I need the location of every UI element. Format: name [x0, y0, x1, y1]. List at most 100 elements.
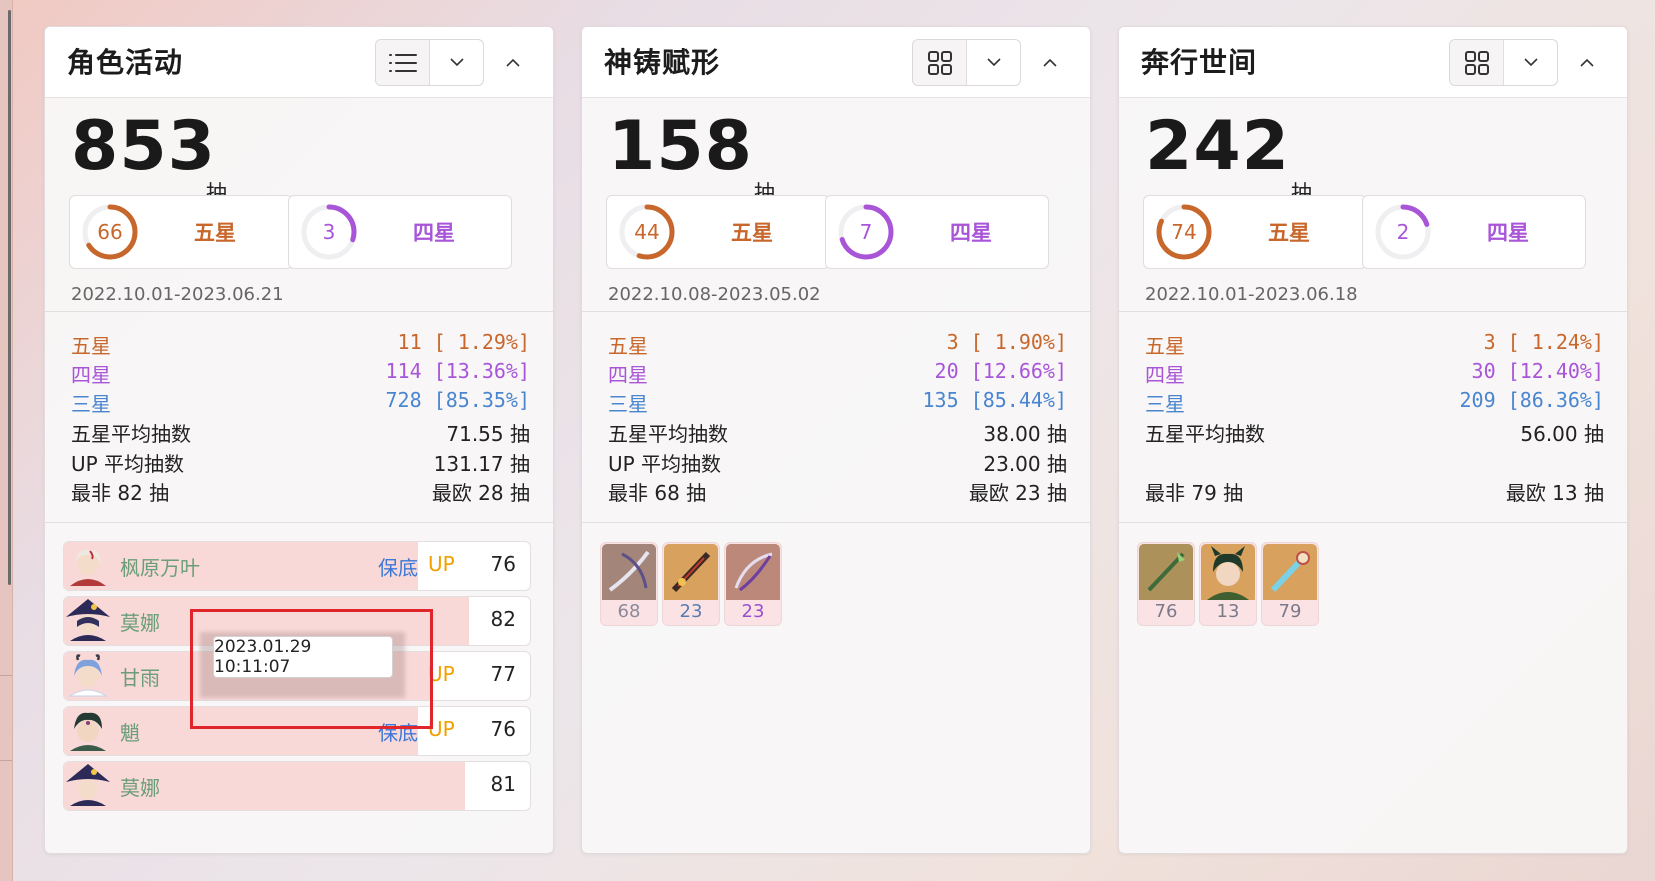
- item-pull-count: 76: [1154, 601, 1178, 622]
- total-pulls: 242: [1145, 107, 1290, 186]
- history-item[interactable]: 莫娜 81: [63, 761, 531, 811]
- chevron-up-icon[interactable]: [1035, 47, 1065, 77]
- list-icon[interactable]: [376, 40, 430, 85]
- pull-count: 76: [490, 552, 516, 576]
- panel-header: 角色活动: [45, 27, 553, 98]
- history-item[interactable]: 枫原万叶 保底 UP 76: [63, 541, 531, 591]
- up-badge: UP: [428, 552, 455, 576]
- four-star-card: 3 四星: [288, 195, 512, 269]
- five-star-label: 五星: [1268, 221, 1310, 245]
- divider: [45, 522, 553, 523]
- divider: [1119, 311, 1627, 312]
- item-icon-card[interactable]: 13: [1199, 542, 1257, 626]
- pull-count: 82: [490, 607, 516, 631]
- weapon-icon: [1139, 544, 1193, 600]
- character-avatar: [70, 549, 106, 586]
- stat-four-star: 四星 114 [13.36%]: [71, 359, 530, 387]
- stat-up-avg: UP 平均抽数 131.17 抽: [71, 452, 530, 476]
- stat-five-star: 五星 11 [ 1.29%]: [71, 330, 530, 358]
- character-name: 甘雨: [120, 666, 160, 690]
- character-name: 莫娜: [120, 776, 160, 800]
- five-star-card: 44 五星: [606, 195, 830, 269]
- stat-five-avg: 五星平均抽数 38.00 抽: [608, 422, 1067, 446]
- four-star-card: 7 四星: [825, 195, 1049, 269]
- weapon-icon-card[interactable]: 68: [600, 542, 658, 626]
- view-mode-selector[interactable]: [1449, 39, 1558, 86]
- stat-extremes: 最非 68 抽最欧 23 抽: [608, 481, 1067, 505]
- window-edge: [0, 0, 13, 881]
- window-scrollbar[interactable]: [8, 10, 11, 585]
- five-star-label: 五星: [194, 221, 236, 245]
- four-star-pity: 2: [1396, 220, 1410, 244]
- chevron-down-icon[interactable]: [967, 40, 1020, 85]
- character-name: 魈: [120, 721, 140, 745]
- four-star-label: 四星: [950, 221, 992, 245]
- five-star-card: 66 五星: [69, 195, 293, 269]
- stat-three-star: 三星 728 [85.35%]: [71, 388, 530, 416]
- pull-count: 77: [490, 662, 516, 686]
- chevron-down-icon[interactable]: [430, 40, 483, 85]
- guarantee-badge: 保底: [378, 556, 418, 580]
- grid-icon[interactable]: [913, 40, 967, 85]
- stat-five-star: 五星 3 [ 1.90%]: [608, 330, 1067, 358]
- item-pull-count: 79: [1278, 601, 1302, 622]
- weapon-icon: [1263, 544, 1317, 600]
- chevron-down-icon[interactable]: [1504, 40, 1557, 85]
- four-star-pity: 7: [859, 220, 873, 244]
- five-star-pity: 66: [97, 220, 123, 244]
- pull-count: 76: [490, 717, 516, 741]
- four-star-label: 四星: [413, 221, 455, 245]
- stat-five-star: 五星 3 [ 1.24%]: [1145, 330, 1604, 358]
- five-star-pity: 44: [634, 220, 660, 244]
- divider: [1119, 522, 1627, 523]
- panel-title: 神铸赋形: [604, 46, 721, 79]
- character-avatar: [66, 599, 110, 641]
- item-pull-count: 13: [1216, 601, 1240, 622]
- panel-character-event: 角色活动 853 抽 66 五星 3 四星 2022.10.01-2023.06: [44, 26, 554, 854]
- character-avatar: [68, 654, 108, 697]
- four-star-label: 四星: [1487, 221, 1529, 245]
- four-star-card: 2 四星: [1362, 195, 1586, 269]
- view-mode-selector[interactable]: [375, 39, 484, 86]
- stat-three-star: 三星 135 [85.44%]: [608, 388, 1067, 416]
- chevron-up-icon[interactable]: [1572, 47, 1602, 77]
- stat-extremes: 最非 79 抽最欧 13 抽: [1145, 481, 1604, 505]
- view-mode-selector[interactable]: [912, 39, 1021, 86]
- character-avatar: [66, 764, 110, 806]
- item-icon-card[interactable]: 79: [1261, 542, 1319, 626]
- panel-title: 奔行世间: [1141, 46, 1258, 79]
- date-range: 2022.10.01-2023.06.18: [1145, 284, 1358, 305]
- divider: [582, 311, 1090, 312]
- panel-header: 神铸赋形: [582, 27, 1090, 98]
- five-star-card: 74 五星: [1143, 195, 1367, 269]
- item-icon-card[interactable]: 76: [1137, 542, 1195, 626]
- weapon-icon: [726, 544, 780, 600]
- stat-four-star: 四星 20 [12.66%]: [608, 359, 1067, 387]
- stat-three-star: 三星 209 [86.36%]: [1145, 388, 1604, 416]
- character-name: 莫娜: [120, 611, 160, 635]
- stat-five-avg: 五星平均抽数 56.00 抽: [1145, 422, 1604, 446]
- total-pulls: 853: [71, 107, 216, 186]
- five-star-pity: 74: [1171, 220, 1197, 244]
- divider: [45, 311, 553, 312]
- divider: [582, 522, 1090, 523]
- grid-icon[interactable]: [1450, 40, 1504, 85]
- total-pulls: 158: [608, 107, 753, 186]
- stat-five-avg: 五星平均抽数 71.55 抽: [71, 422, 530, 446]
- character-avatar: [70, 712, 106, 751]
- weapon-pull-count: 23: [741, 601, 765, 622]
- chevron-up-icon[interactable]: [498, 47, 528, 77]
- weapon-pull-count: 23: [679, 601, 703, 622]
- stat-up-avg: UP 平均抽数 23.00 抽: [608, 452, 1067, 476]
- stat-four-star: 四星 30 [12.40%]: [1145, 359, 1604, 387]
- highlight-box: [190, 609, 433, 729]
- stat-extremes: 最非 82 抽最欧 28 抽: [71, 481, 530, 505]
- weapon-icon-card[interactable]: 23: [662, 542, 720, 626]
- panel-weapon-event: 神铸赋形 158 抽 44 五星 7 四星 2022.10.08-2023.05: [581, 26, 1091, 854]
- four-star-pity: 3: [322, 220, 336, 244]
- weapon-icon: [602, 544, 656, 600]
- weapon-icon-card[interactable]: 23: [724, 542, 782, 626]
- panel-title: 角色活动: [67, 46, 184, 79]
- weapon-icon: [664, 544, 718, 600]
- character-avatar: [1201, 544, 1255, 600]
